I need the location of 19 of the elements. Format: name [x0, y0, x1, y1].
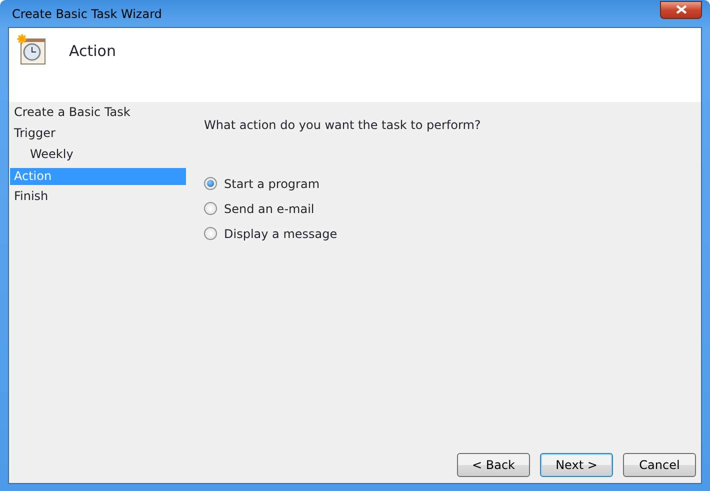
wizard-button[interactable]: Next >	[540, 453, 613, 477]
page-heading: Action	[69, 41, 116, 62]
clock-calendar-icon	[17, 34, 47, 66]
wizard-button[interactable]: < Back	[457, 453, 530, 477]
radio-label[interactable]: Start a program	[224, 174, 320, 192]
radio-label[interactable]: Display a message	[224, 224, 338, 242]
radio-label[interactable]: Send an e-mail	[224, 200, 314, 218]
wizard-button[interactable]: Cancel	[623, 453, 696, 477]
radio-button[interactable]	[204, 227, 217, 240]
wizard-step[interactable]: Create a Basic Task	[10, 103, 186, 124]
wizard-step[interactable]: Weekly	[10, 145, 186, 166]
radio-button[interactable]	[204, 202, 217, 215]
close-button[interactable]	[660, 0, 702, 18]
close-icon	[676, 5, 686, 14]
question-text: What action do you want the task to perform?	[204, 117, 482, 134]
radio-button[interactable]	[204, 177, 217, 190]
window-title: Create Basic Task Wizard	[11, 6, 162, 22]
wizard-step[interactable]: Finish	[10, 187, 186, 208]
wizard-step[interactable]: Trigger	[10, 124, 186, 145]
